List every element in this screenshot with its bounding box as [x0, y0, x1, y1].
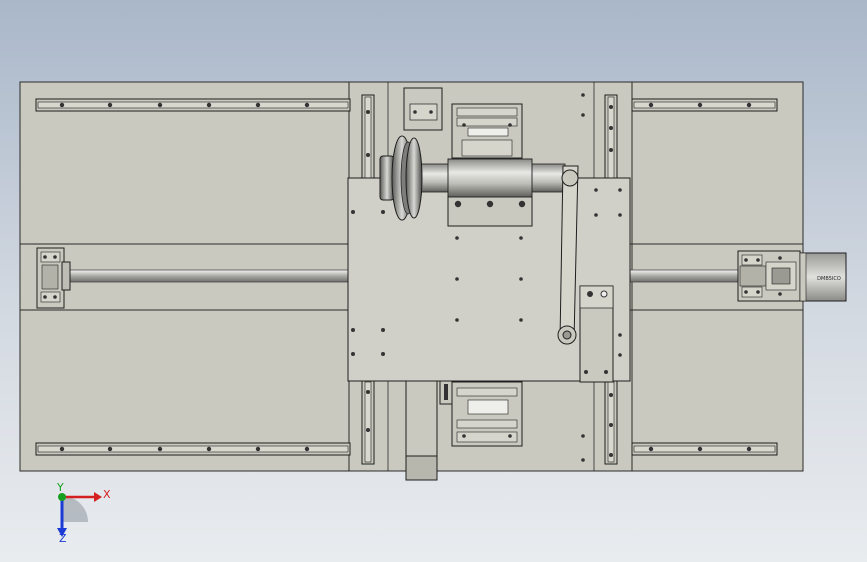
- spindle-body: [447, 158, 533, 198]
- cad-assembly-view: DMB5ICO X Y Z: [19, 81, 847, 545]
- spindle-housing: [447, 195, 533, 227]
- axis-y-label: Y: [56, 481, 64, 494]
- axis-x-arrow: [94, 492, 102, 502]
- bearing-block-right: [737, 250, 801, 302]
- rail-top-left: [35, 98, 351, 112]
- axis-triad: X Y Z: [56, 481, 111, 545]
- rail-bottom-left: [35, 442, 351, 456]
- stepper-motor: DMB5ICO: [799, 252, 847, 302]
- vrail-right-top: [604, 94, 618, 181]
- motor-label: DMB5ICO: [817, 276, 841, 282]
- vrail-right-bottom: [604, 379, 618, 465]
- axis-z-label: Z: [59, 532, 67, 545]
- vrail-left-top: [361, 94, 375, 181]
- axis-x-label: X: [103, 488, 111, 501]
- vrail-left-bottom: [361, 379, 375, 465]
- belt-tab-bottom: [405, 379, 438, 481]
- rail-top-right: [631, 98, 778, 112]
- rail-bottom-right: [631, 442, 778, 456]
- axis-y-dot: [58, 493, 66, 501]
- crank-bracket: [579, 285, 614, 383]
